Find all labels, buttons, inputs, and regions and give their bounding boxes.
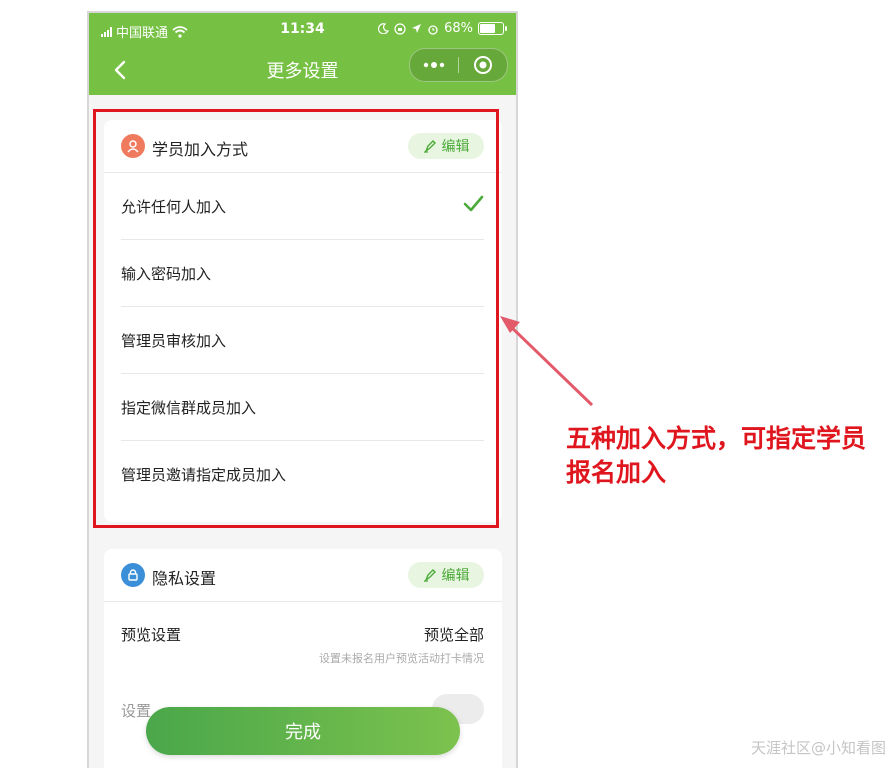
annotation-highlight-box [93, 109, 499, 528]
next-setting-label: 设置 [121, 702, 152, 720]
watermark: 天涯社区@小知看图 [750, 739, 886, 757]
battery-icon [478, 22, 507, 35]
target-circle-icon [474, 56, 492, 74]
navigation-bar: 更多设置 [89, 45, 516, 95]
close-mini-program-button[interactable] [459, 49, 507, 81]
privacy-edit-button[interactable]: 编辑 [408, 562, 484, 588]
preview-setting-label: 预览设置 [121, 626, 182, 644]
lock-icon [121, 563, 145, 587]
location-icon [412, 24, 422, 33]
privacy-title: 隐私设置 [152, 569, 217, 588]
preview-setting-row[interactable]: 预览设置 预览全部 设置未报名用户预览活动打卡情况 [121, 602, 484, 682]
preview-setting-value: 预览全部 [423, 626, 484, 644]
top-bar: 中国联通 11:34 68% 更多设置 [89, 13, 516, 95]
lock-rotation-icon [394, 22, 406, 35]
preview-setting-hint: 设置未报名用户预览活动打卡情况 [319, 652, 484, 665]
more-dots-icon [423, 62, 445, 68]
battery-percent: 68% [444, 21, 473, 36]
edit-label: 编辑 [441, 568, 470, 584]
done-button[interactable]: 完成 [146, 707, 460, 755]
pencil-icon [423, 569, 436, 582]
more-button[interactable] [410, 49, 458, 81]
moon-icon [378, 23, 390, 34]
alarm-icon [428, 24, 438, 35]
mini-program-capsule [409, 48, 508, 82]
status-bar: 中国联通 11:34 68% [89, 13, 516, 45]
privacy-header: 隐私设置 编辑 [104, 549, 502, 602]
annotation-text: 五种加入方式，可指定学员报名加入 [566, 424, 867, 487]
battery-fill [480, 24, 495, 33]
